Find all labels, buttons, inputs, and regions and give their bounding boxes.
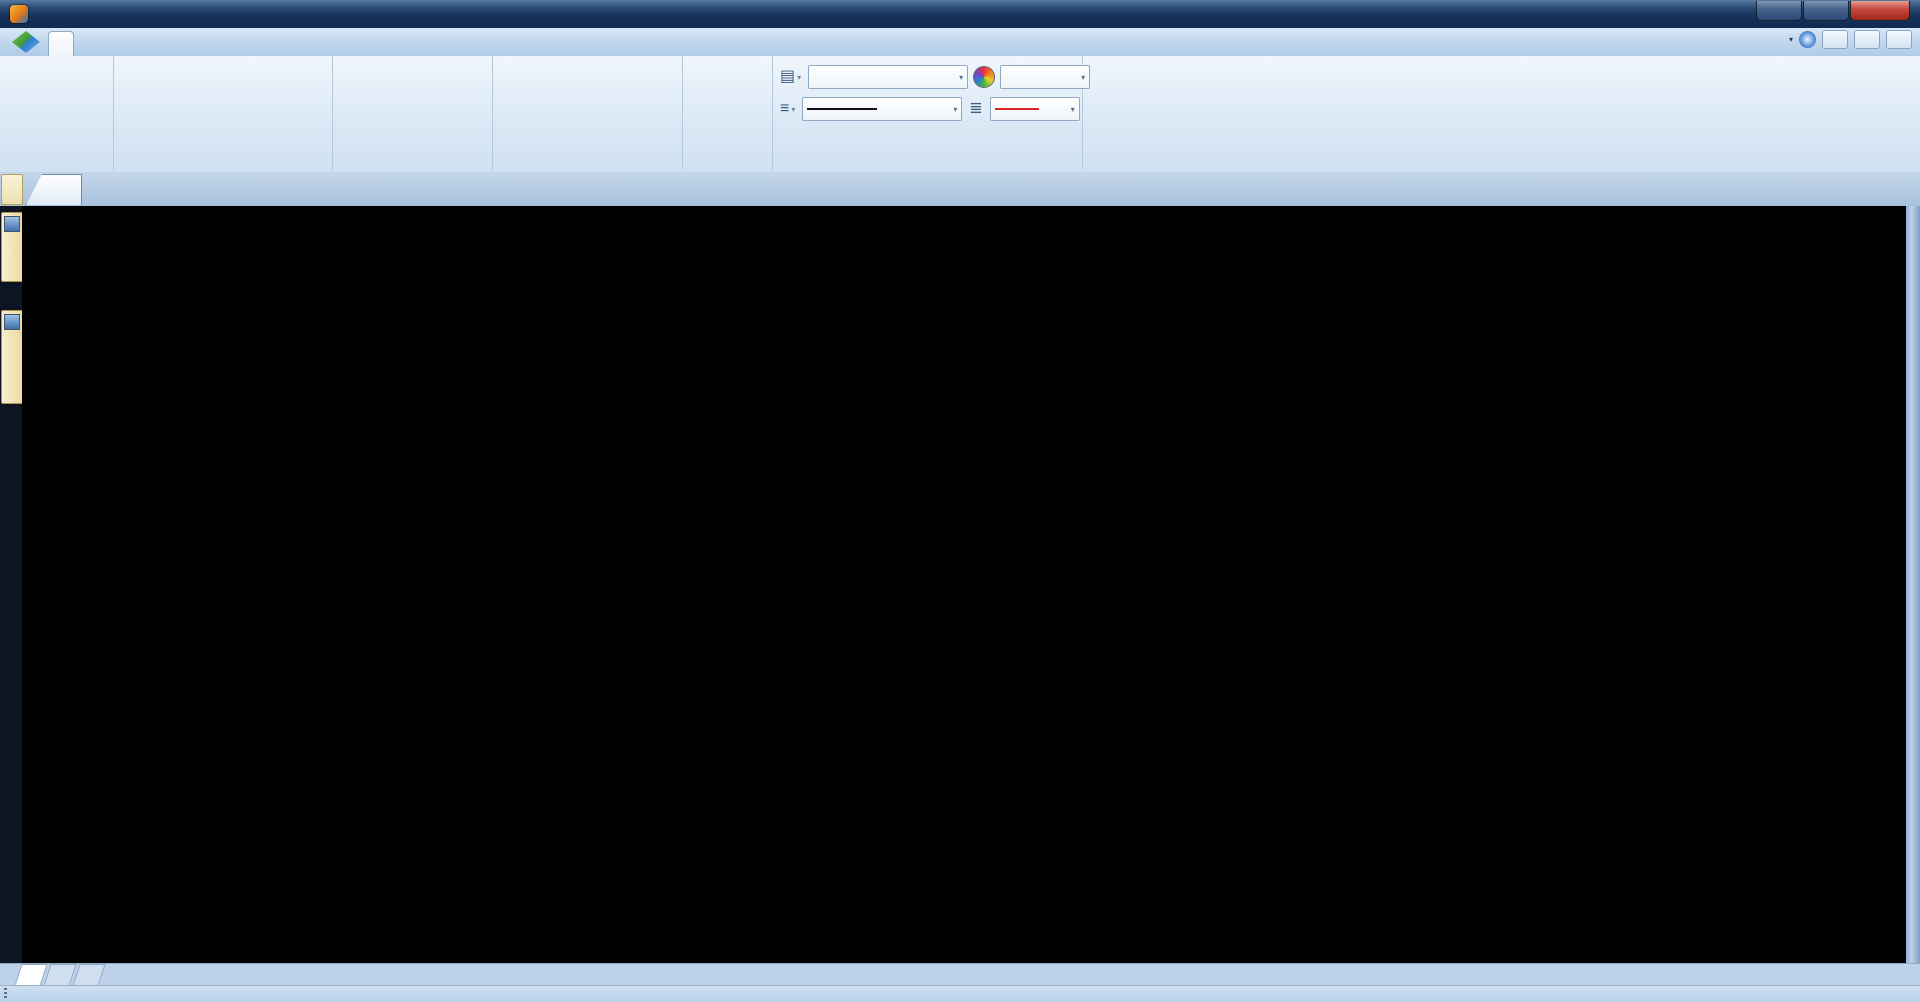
drawing-canvas[interactable] [22, 206, 1906, 963]
ribbon-right-controls: ▾ [1786, 30, 1912, 49]
library-icon [4, 216, 20, 232]
left-sidebar [0, 206, 22, 963]
cad-drawing[interactable] [22, 206, 1906, 963]
group-label-common [0, 148, 113, 166]
chevron-down-icon: ▾ [1071, 105, 1075, 114]
title-bar [0, 0, 1920, 29]
status-bar [0, 985, 1920, 1002]
tab-sheet[interactable] [142, 31, 166, 56]
chevron-down-icon: ▾ [791, 105, 795, 114]
help-icon[interactable] [1799, 31, 1816, 48]
group-label-modify [492, 148, 682, 166]
layer-panel-icon[interactable]: ▤▾ [778, 67, 803, 87]
ribbon-tab-bar [0, 28, 1920, 57]
chevron-down-icon: ▾ [1081, 73, 1085, 82]
group-annotate [682, 56, 773, 170]
document-tab-bar [0, 172, 1920, 207]
tab-tools[interactable] [188, 31, 212, 56]
group-properties: ▤▾ ▾ ▾ ≡▾ ▾ ≣ ▾ [772, 56, 1083, 170]
group-modify [492, 56, 683, 170]
chevron-down-icon: ▾ [797, 73, 801, 82]
group-basic-draw [113, 56, 333, 170]
tab-view[interactable] [234, 31, 258, 56]
properties-panel-icon [4, 314, 20, 330]
status-grip[interactable] [4, 988, 7, 998]
group-label-properties [772, 148, 1082, 166]
tab-common[interactable] [48, 31, 74, 57]
window-controls [1756, 1, 1910, 21]
window-border-right [1906, 206, 1920, 963]
close-button[interactable] [1850, 1, 1910, 21]
group-label-basic-draw [113, 148, 332, 166]
ribbon: ▤▾ ▾ ▾ ≡▾ ▾ ≣ ▾ [0, 56, 1920, 173]
panel-toggle-button[interactable] [1, 174, 23, 205]
sheet-tab-model[interactable] [14, 964, 47, 986]
doc-minimize-button[interactable] [1822, 30, 1848, 49]
group-common [0, 56, 114, 170]
color-select[interactable]: ▾ [1000, 65, 1090, 89]
chevron-down-icon: ▾ [959, 73, 963, 82]
group-label-advanced-draw [332, 148, 492, 166]
line-sample [807, 108, 877, 110]
sidebar-tab-properties[interactable] [1, 310, 23, 404]
linewidth-icon[interactable]: ≡▾ [778, 99, 797, 119]
linetype-icon[interactable]: ≣ [967, 99, 984, 119]
sheet-tab-layout2[interactable] [72, 964, 105, 986]
style-button[interactable]: ▾ [1786, 35, 1793, 44]
doc-close-button[interactable] [1886, 30, 1912, 49]
group-label-annotate [682, 148, 772, 166]
linetype-select[interactable]: ▾ [990, 97, 1080, 121]
doc-restore-button[interactable] [1854, 30, 1880, 49]
sheet-tab-layout1[interactable] [43, 964, 76, 986]
layer-select[interactable]: ▾ [808, 65, 968, 89]
sidebar-tab-library[interactable] [1, 212, 23, 282]
chevron-down-icon: ▾ [953, 105, 957, 114]
chevron-down-icon: ▾ [1789, 35, 1793, 44]
linewidth-select[interactable]: ▾ [802, 97, 962, 121]
maximize-button[interactable] [1803, 1, 1849, 21]
red-line-sample [995, 108, 1039, 110]
group-advanced-draw [332, 56, 493, 170]
sheet-tab-bar [0, 963, 1920, 986]
minimize-button[interactable] [1756, 1, 1802, 21]
app-logo-icon [10, 5, 28, 23]
color-wheel-icon[interactable] [973, 66, 995, 88]
window-title [388, 6, 1728, 22]
tab-annotation[interactable] [96, 31, 120, 56]
